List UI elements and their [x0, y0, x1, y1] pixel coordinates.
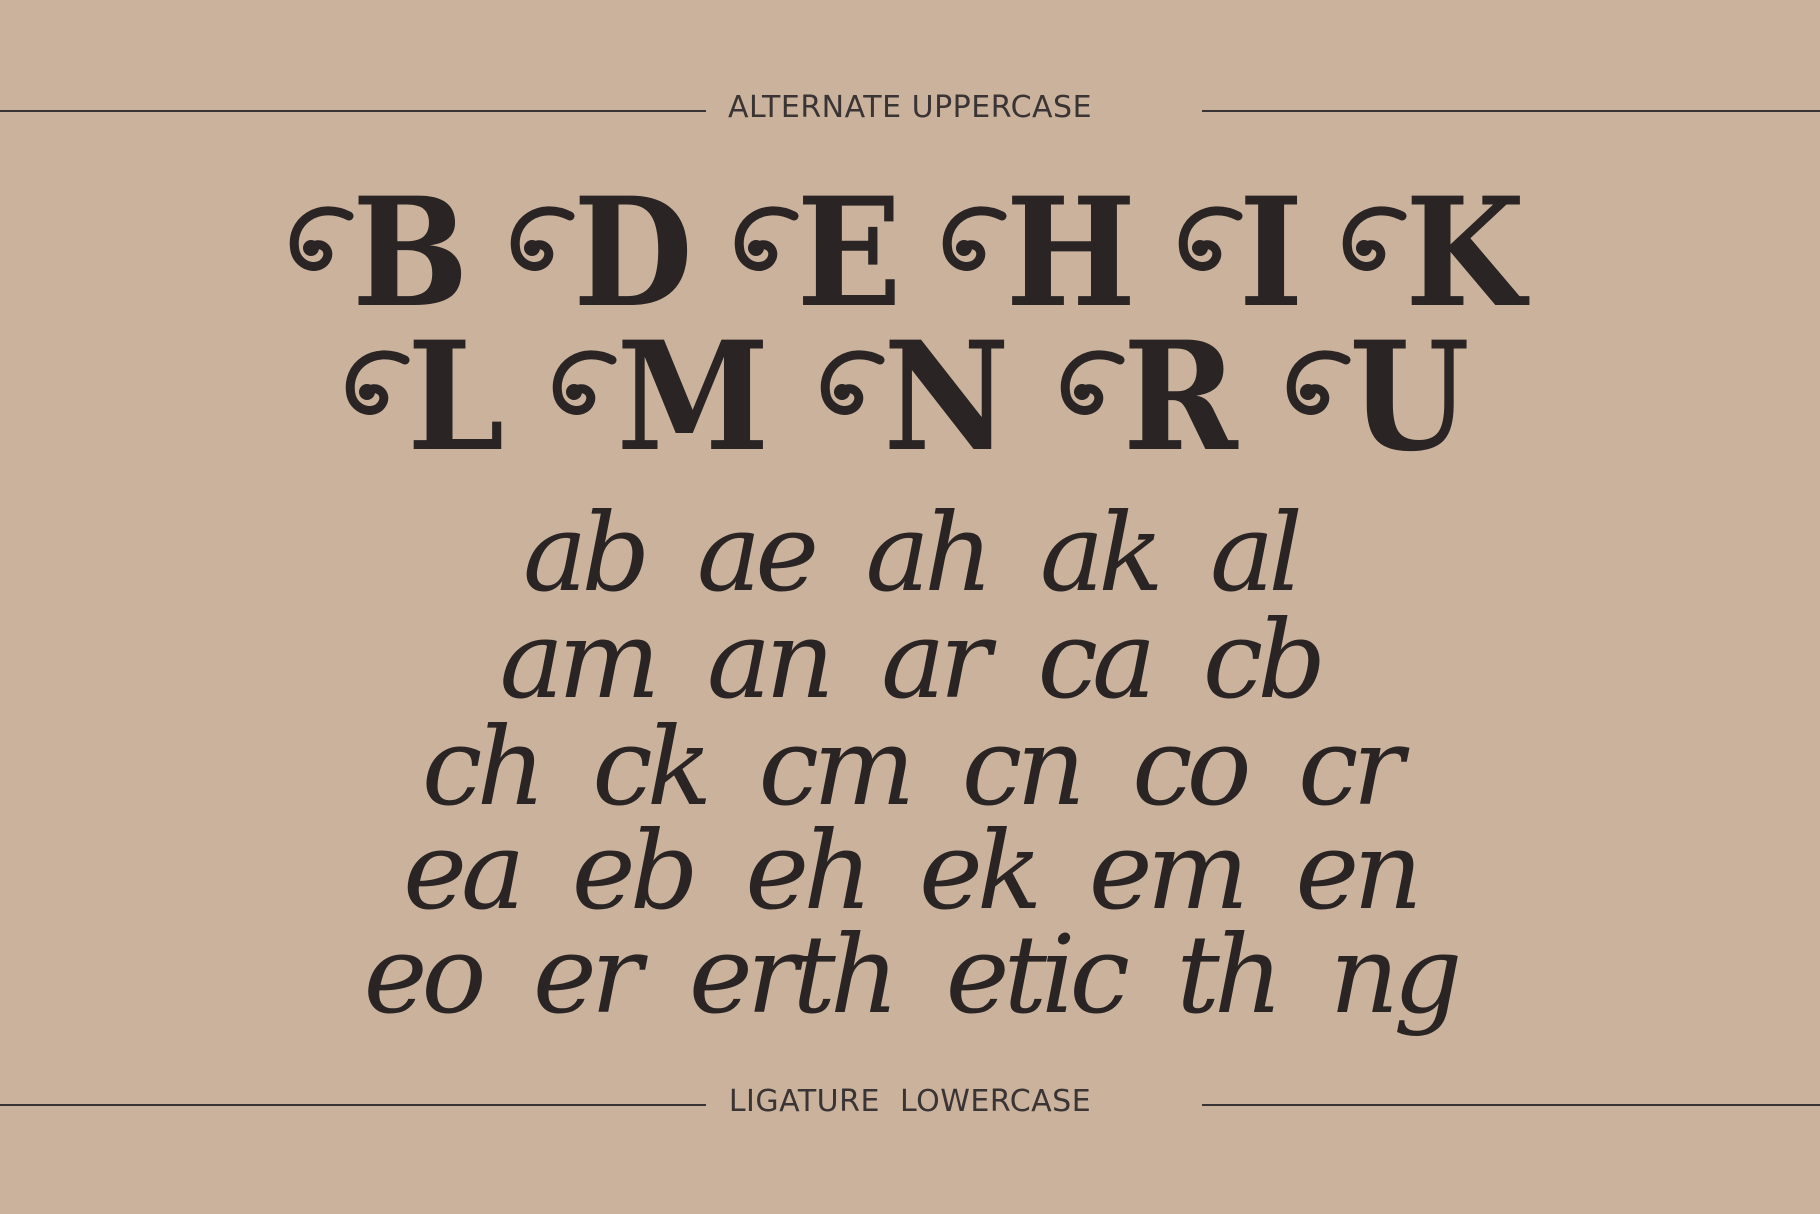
- ligature: ak: [1039, 491, 1164, 616]
- cap-glyph: R: [1122, 309, 1238, 485]
- cap-glyph: D: [573, 165, 693, 341]
- cap-n: N: [820, 322, 1015, 472]
- cap-h: H: [942, 178, 1142, 328]
- ligature-row-1: ab ae ah ak al: [0, 500, 1820, 608]
- ligature: ar: [881, 598, 991, 723]
- ligature: er: [532, 913, 643, 1038]
- swash-ornament: [510, 206, 575, 271]
- cap-glyph: M: [617, 309, 770, 485]
- cap-glyph: U: [1349, 309, 1470, 485]
- ligature-row-3: ch ck cm cn co cr: [0, 714, 1820, 822]
- cap-glyph: N: [883, 309, 1011, 485]
- ligature: th: [1176, 913, 1283, 1038]
- ligature: erth: [688, 913, 899, 1038]
- cap-glyph: K: [1405, 165, 1526, 341]
- swash-ornament: [345, 350, 410, 415]
- cap-i: I: [1178, 178, 1306, 328]
- ligature: cb: [1202, 598, 1327, 723]
- swash-ornament: [943, 206, 1007, 271]
- cap-glyph: I: [1239, 165, 1304, 341]
- cap-glyph: L: [407, 309, 505, 485]
- ligature: ek: [919, 809, 1042, 934]
- cap-e: E: [734, 178, 906, 328]
- ligature: cn: [961, 705, 1086, 830]
- cap-l: L: [345, 322, 508, 472]
- ligature-lowercase-label: LIGATURE LOWERCASE: [728, 1084, 1092, 1119]
- ligature: ah: [865, 491, 994, 616]
- ligature: en: [1295, 809, 1423, 934]
- swash-ornament: [1178, 206, 1243, 271]
- cap-k: K: [1342, 178, 1530, 328]
- cap-b: B: [289, 178, 474, 328]
- cap-u: U: [1286, 322, 1475, 472]
- swash-ornament: [734, 206, 799, 271]
- ligature: ch: [421, 705, 546, 830]
- swash-ornament: [1060, 350, 1125, 415]
- ligature: eh: [745, 809, 873, 934]
- ligature: em: [1088, 809, 1249, 934]
- cap-glyph: B: [352, 165, 469, 341]
- ligature: ck: [592, 705, 712, 830]
- uppercase-row-2: L M N R U: [0, 322, 1820, 472]
- ligature: ae: [696, 491, 819, 616]
- ligature: co: [1132, 705, 1251, 830]
- ligature: ca: [1037, 598, 1156, 723]
- ligature: al: [1210, 491, 1303, 616]
- ligature: cm: [758, 705, 916, 830]
- ligature: etic: [945, 913, 1130, 1038]
- ligature-row-5: eo er erth etic th ng: [0, 922, 1820, 1030]
- ligature-row-4: ea eb eh ek em en: [0, 818, 1820, 926]
- ligature: ab: [523, 491, 651, 616]
- swash-ornament: [553, 350, 617, 415]
- ligature: an: [706, 598, 835, 723]
- cap-glyph: E: [796, 165, 902, 341]
- ligature: ng: [1329, 913, 1463, 1038]
- ligature-row-2: am an ar ca cb: [0, 607, 1820, 715]
- cap-glyph: H: [1006, 165, 1137, 341]
- uppercase-row-1: B D E H I K: [0, 178, 1820, 328]
- ligature: eb: [571, 809, 699, 934]
- swash-ornament: [1286, 350, 1351, 415]
- cap-m: M: [552, 322, 776, 472]
- ligature: eo: [363, 913, 487, 1038]
- cap-d: D: [510, 178, 698, 328]
- ligature: cr: [1298, 705, 1404, 830]
- ligature: ea: [403, 809, 525, 934]
- alternate-uppercase-label: ALTERNATE UPPERCASE: [727, 90, 1093, 125]
- swash-ornament: [289, 206, 354, 271]
- cap-r: R: [1060, 322, 1243, 472]
- swash-ornament: [1343, 206, 1407, 271]
- swash-ornament: [821, 350, 885, 415]
- ligature: am: [499, 598, 661, 723]
